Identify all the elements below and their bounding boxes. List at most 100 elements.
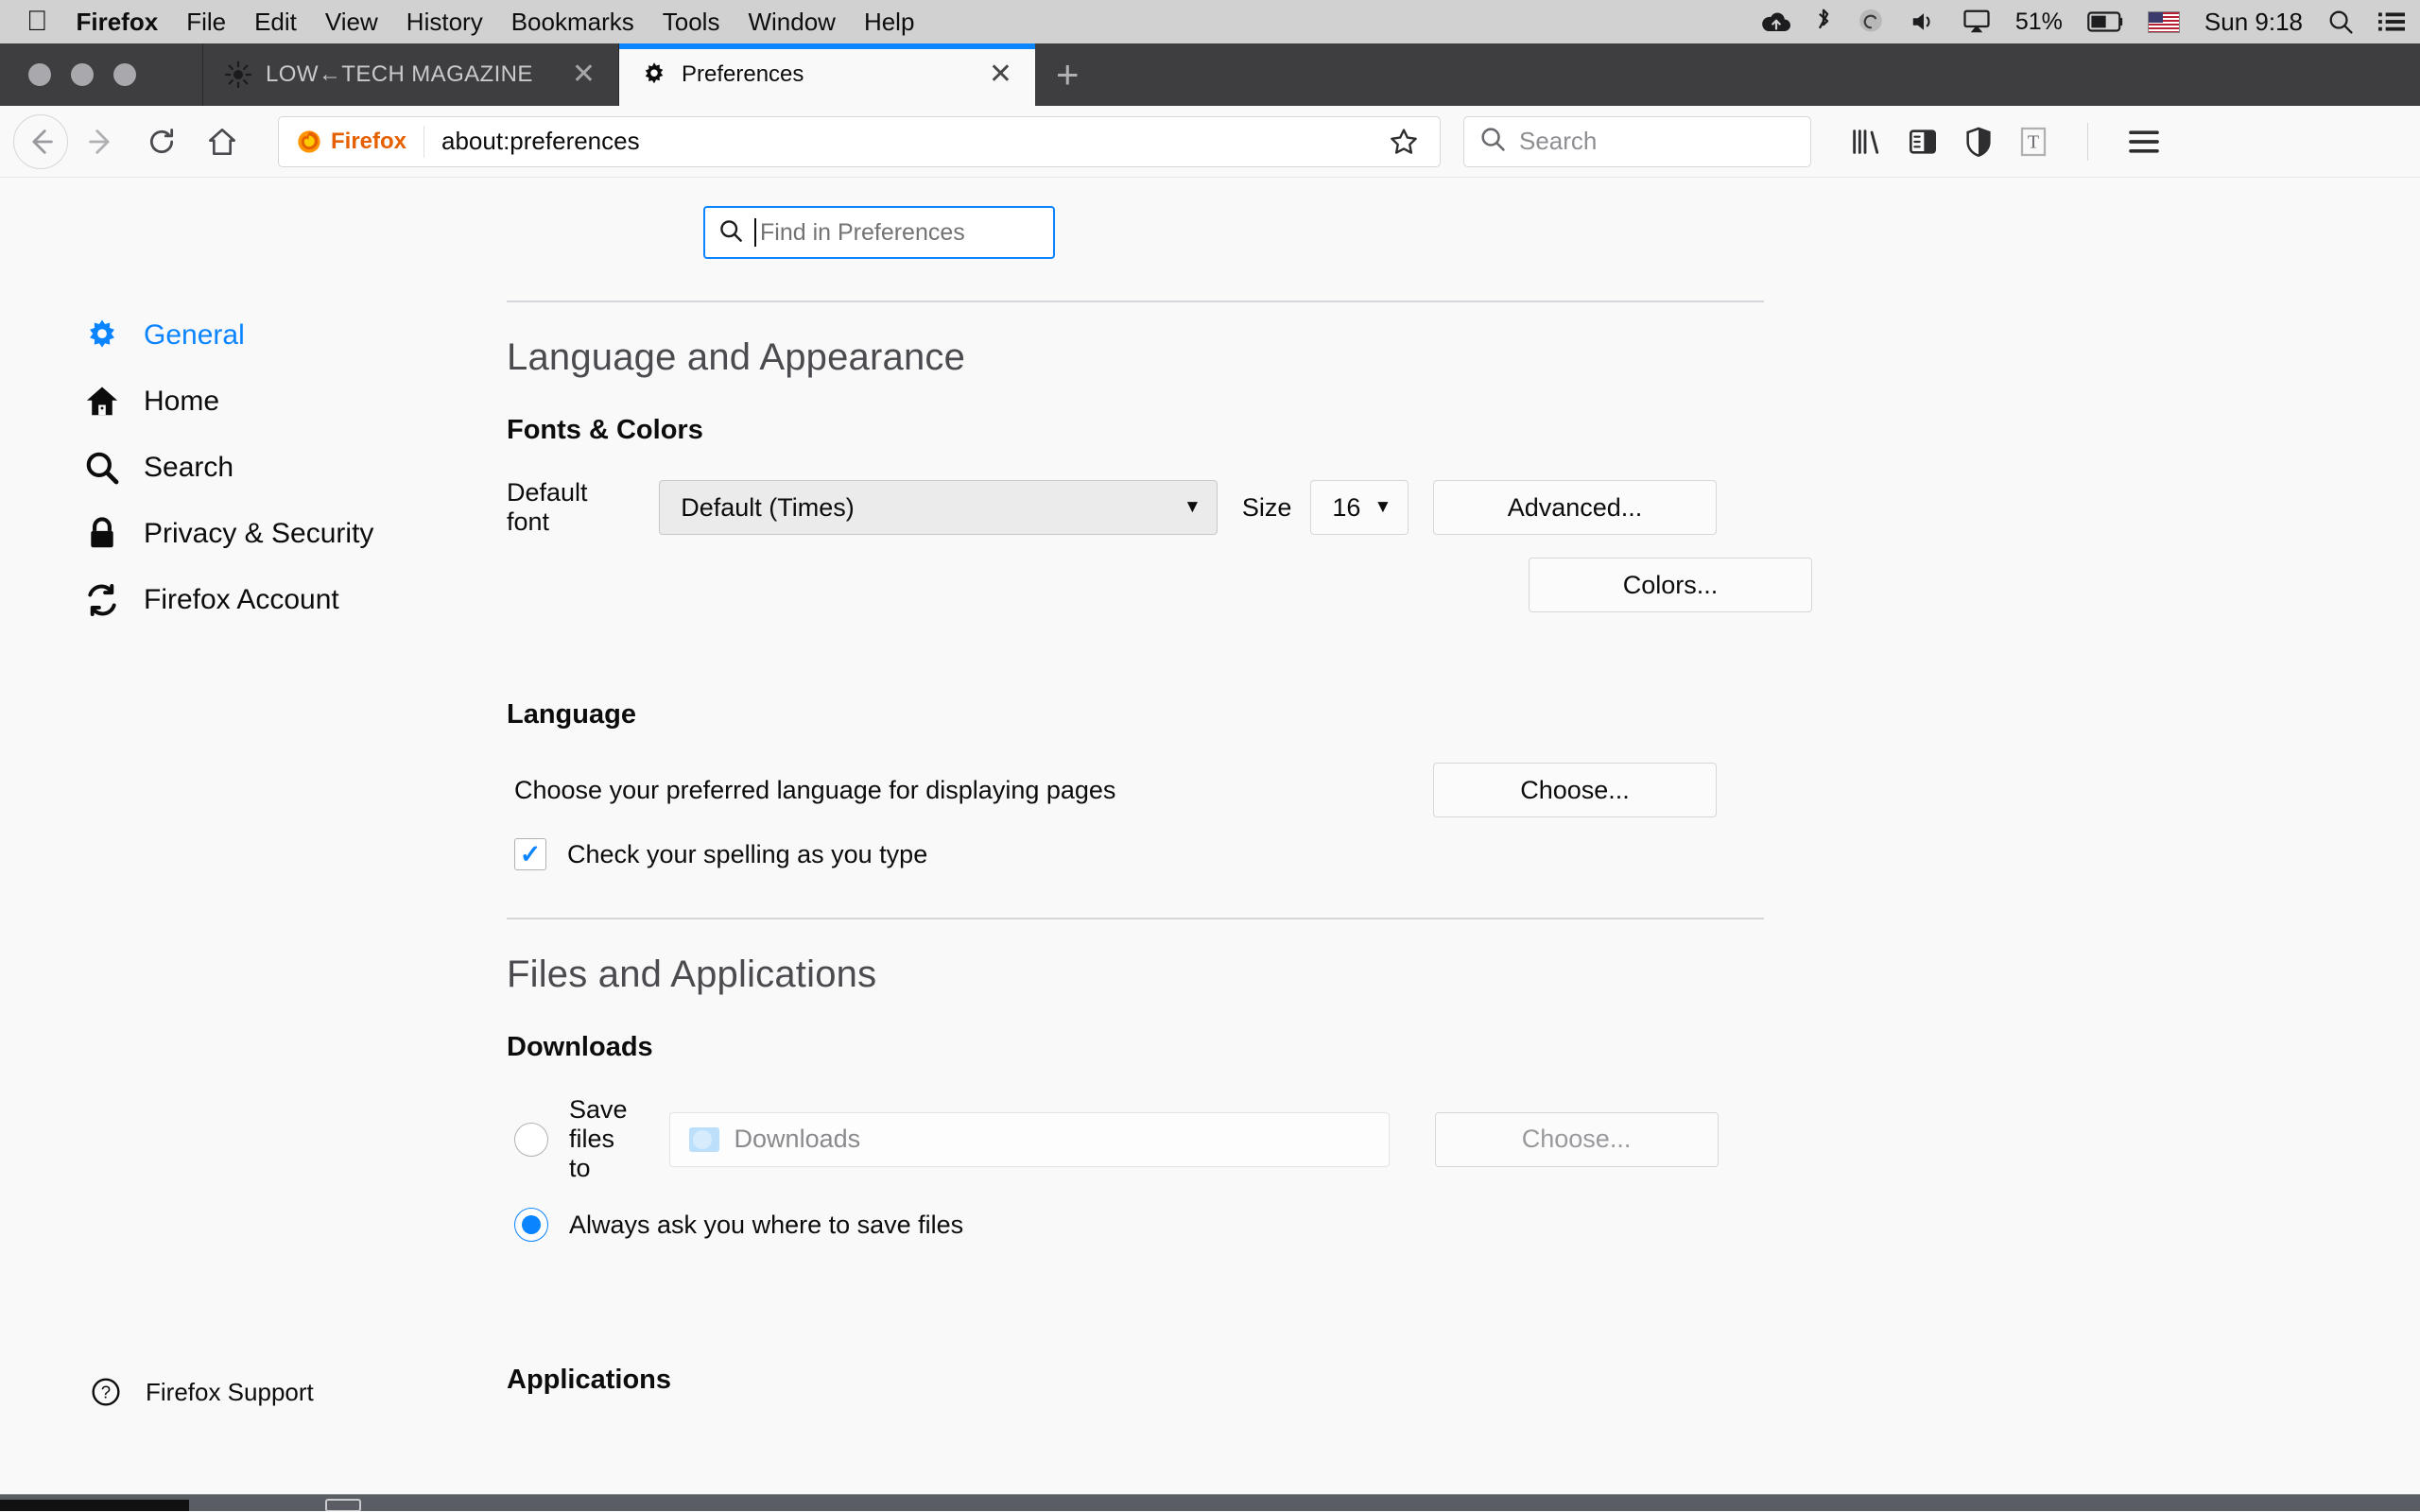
new-tab-button[interactable]: + bbox=[1035, 43, 1100, 106]
navbar-icon-group: T bbox=[1849, 122, 2160, 161]
desktop-dock-sliver bbox=[0, 1494, 2420, 1511]
cloud-upload-icon[interactable] bbox=[1762, 9, 1790, 34]
search-placeholder: Search bbox=[1519, 127, 1598, 155]
hamburger-menu-icon[interactable] bbox=[2128, 129, 2160, 155]
apple-logo-icon[interactable]:  bbox=[26, 8, 48, 36]
airplay-icon[interactable] bbox=[1962, 9, 1991, 34]
always-ask-label: Always ask you where to save files bbox=[569, 1210, 964, 1239]
sidebar-toggle-icon[interactable] bbox=[1908, 127, 1938, 157]
firefox-support-link[interactable]: ? Firefox Support bbox=[0, 1356, 314, 1428]
menubar-item-firefox[interactable]: Firefox bbox=[77, 8, 159, 37]
default-font-select[interactable]: Default (Times) ▼ bbox=[659, 480, 1218, 535]
browser-tabbar: LOW←TECH MAGAZINE ✕ Preferences ✕ + bbox=[0, 43, 2420, 106]
sidebar-item-label: Home bbox=[144, 386, 220, 417]
minimize-window-button[interactable] bbox=[71, 63, 94, 86]
find-placeholder: Find in Preferences bbox=[760, 218, 965, 246]
text-caret bbox=[754, 218, 756, 247]
identity-badge[interactable]: Firefox bbox=[279, 125, 425, 158]
tracking-shield-icon[interactable] bbox=[1964, 127, 1993, 157]
close-icon[interactable]: ✕ bbox=[983, 60, 1018, 89]
find-in-preferences-wrap: Find in Preferences bbox=[0, 178, 2420, 259]
tab-title: LOW←TECH MAGAZINE bbox=[266, 61, 533, 87]
bookmark-star-icon[interactable] bbox=[1377, 127, 1430, 157]
colors-button[interactable]: Colors... bbox=[1529, 558, 1812, 612]
browser-navbar: Firefox about:preferences Search T bbox=[0, 106, 2420, 178]
close-window-button[interactable] bbox=[28, 63, 51, 86]
menubar-clock[interactable]: Sun 9:18 bbox=[2204, 8, 2303, 37]
sidebar-item-firefox-account[interactable]: Firefox Account bbox=[0, 567, 507, 633]
menubar-item-edit[interactable]: Edit bbox=[254, 8, 297, 37]
download-folder-field[interactable]: Downloads bbox=[668, 1111, 1390, 1167]
url-bar[interactable]: Firefox about:preferences bbox=[278, 115, 1441, 167]
preferences-sidebar: General Home Search Privacy & Security F… bbox=[0, 259, 507, 1428]
sidebar-item-general[interactable]: General bbox=[0, 302, 507, 369]
choose-download-folder-button[interactable]: Choose... bbox=[1434, 1111, 1719, 1167]
us-flag-icon[interactable] bbox=[2147, 10, 2180, 33]
macos-menubar:  Firefox File Edit View History Bookmar… bbox=[0, 0, 2420, 43]
sidebar-item-label: General bbox=[144, 319, 245, 351]
section-title-files-applications: Files and Applications bbox=[507, 954, 877, 995]
sidebar-item-search[interactable]: Search bbox=[0, 435, 507, 501]
url-input[interactable]: about:preferences bbox=[424, 127, 1377, 156]
library-icon[interactable] bbox=[1849, 126, 1881, 158]
gear-icon bbox=[83, 317, 121, 354]
reader-mode-icon[interactable]: T bbox=[2019, 127, 2048, 157]
choose-language-button[interactable]: Choose... bbox=[1433, 763, 1717, 817]
save-files-to-radio[interactable] bbox=[514, 1122, 548, 1157]
maximize-window-button[interactable] bbox=[113, 63, 136, 86]
menubar-item-history[interactable]: History bbox=[406, 8, 483, 37]
firefox-support-label: Firefox Support bbox=[146, 1377, 314, 1406]
preferred-language-row: Choose your preferred language for displ… bbox=[507, 763, 1717, 817]
search-input[interactable]: Search bbox=[1463, 115, 1811, 167]
menubar-item-view[interactable]: View bbox=[325, 8, 378, 37]
font-size-label: Size bbox=[1241, 492, 1292, 522]
sidebar-item-label: Privacy & Security bbox=[144, 518, 374, 549]
search-icon bbox=[718, 218, 743, 248]
help-circle-icon: ? bbox=[87, 1373, 125, 1411]
find-in-preferences-input[interactable]: Find in Preferences bbox=[703, 206, 1055, 259]
section-divider bbox=[507, 918, 1764, 919]
subsection-language: Language bbox=[507, 699, 636, 730]
menubar-item-help[interactable]: Help bbox=[864, 8, 914, 37]
window-controls bbox=[0, 43, 203, 106]
save-files-to-row[interactable]: Save files to Downloads Choose... bbox=[507, 1095, 1719, 1183]
home-icon bbox=[83, 383, 121, 421]
circle-swirl-icon[interactable] bbox=[1857, 8, 1885, 36]
always-ask-row[interactable]: Always ask you where to save files bbox=[507, 1208, 1717, 1242]
battery-icon[interactable] bbox=[2087, 11, 2123, 32]
save-files-to-label: Save files to bbox=[569, 1095, 628, 1182]
notification-center-icon[interactable] bbox=[2378, 11, 2405, 32]
preferences-main: Language and Appearance Fonts & Colors D… bbox=[507, 259, 1830, 1428]
sidebar-item-home[interactable]: Home bbox=[0, 369, 507, 435]
home-icon[interactable] bbox=[195, 114, 250, 169]
tab-low-tech-magazine[interactable]: LOW←TECH MAGAZINE ✕ bbox=[203, 43, 619, 106]
bluetooth-icon[interactable] bbox=[1815, 8, 1832, 36]
tab-preferences[interactable]: Preferences ✕ bbox=[619, 43, 1035, 106]
subsection-applications: Applications bbox=[507, 1365, 672, 1395]
close-icon[interactable]: ✕ bbox=[566, 60, 601, 89]
menubar-item-bookmarks[interactable]: Bookmarks bbox=[511, 8, 634, 37]
sidebar-item-label: Firefox Account bbox=[144, 584, 339, 615]
volume-icon[interactable] bbox=[1910, 9, 1938, 34]
download-folder-value: Downloads bbox=[734, 1125, 861, 1153]
menubar-item-file[interactable]: File bbox=[186, 8, 226, 37]
always-ask-radio[interactable] bbox=[514, 1208, 548, 1242]
dock-dark-block bbox=[0, 1500, 189, 1511]
reload-icon[interactable] bbox=[134, 114, 189, 169]
back-arrow-icon[interactable] bbox=[13, 113, 68, 169]
spellcheck-row[interactable]: ✓ Check your spelling as you type bbox=[507, 838, 1717, 870]
menubar-item-window[interactable]: Window bbox=[748, 8, 835, 37]
font-size-select[interactable]: 16 ▼ bbox=[1310, 480, 1409, 535]
spellcheck-label: Check your spelling as you type bbox=[567, 839, 928, 868]
spotlight-search-icon[interactable] bbox=[2327, 9, 2354, 35]
advanced-fonts-button[interactable]: Advanced... bbox=[1433, 480, 1717, 535]
sidebar-item-privacy-security[interactable]: Privacy & Security bbox=[0, 501, 507, 567]
subsection-fonts-colors: Fonts & Colors bbox=[507, 415, 703, 445]
spellcheck-checkbox[interactable]: ✓ bbox=[514, 838, 546, 870]
sidebar-item-label: Search bbox=[144, 452, 234, 483]
default-font-row: Default font Default (Times) ▼ Size 16 ▼… bbox=[507, 478, 1717, 537]
forward-arrow-icon[interactable] bbox=[74, 114, 129, 169]
colors-row: Colors... bbox=[507, 558, 1812, 612]
menubar-item-tools[interactable]: Tools bbox=[663, 8, 720, 37]
